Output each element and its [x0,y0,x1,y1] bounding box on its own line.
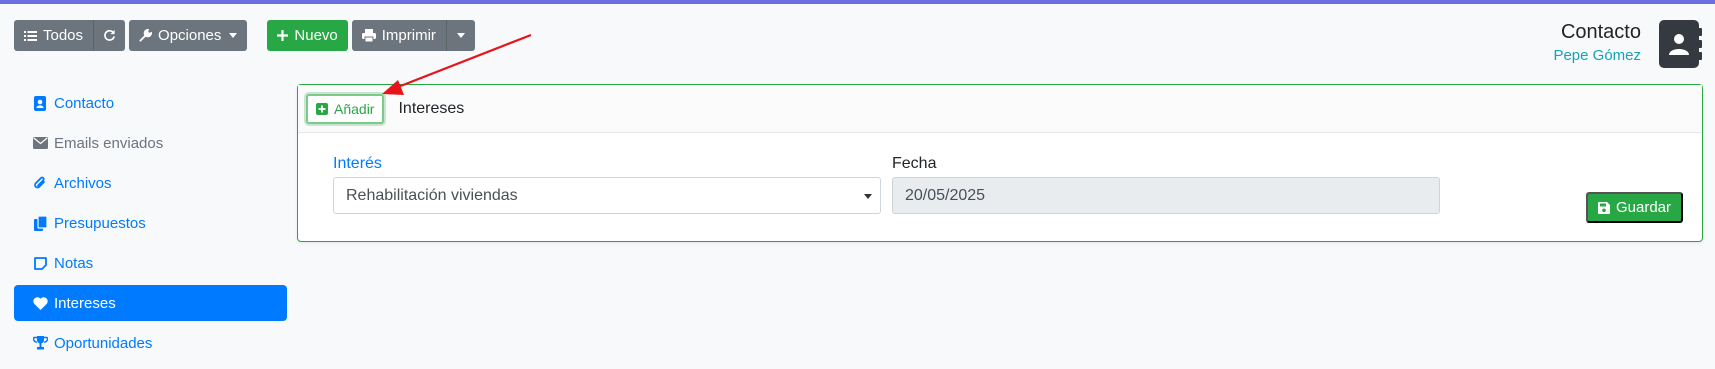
todos-button[interactable]: Todos [14,20,94,51]
chevron-down-icon [456,33,465,38]
imprimir-button[interactable]: Imprimir [351,20,446,51]
sticky-note-icon [32,256,48,270]
plus-icon [277,30,289,41]
contact-title: Contacto [1560,21,1641,43]
chevron-down-icon [229,33,238,38]
printer-icon [361,29,376,42]
interes-selected-value: Rehabilitación viviendas [346,186,518,204]
sidebar-item-archivos[interactable]: Archivos [14,165,287,201]
opciones-dropdown-button[interactable]: Opciones [129,20,248,51]
card-title: Intereses [398,99,465,117]
sidebar-item-label: Oportunidades [54,334,153,352]
interes-select[interactable]: Rehabilitación viviendas [333,177,881,214]
sidebar-item-oportunidades[interactable]: Oportunidades [14,325,287,361]
sidebar-item-label: Notas [54,254,94,272]
interes-label: Interés [333,155,382,172]
save-button[interactable]: Guardar [1585,192,1683,223]
heart-icon [32,296,48,310]
todos-button-group: Todos [14,20,126,51]
todos-label: Todos [43,27,84,44]
floppy-disk-icon [1597,201,1610,214]
imprimir-button-group: Imprimir [351,20,475,51]
imprimir-dropdown-toggle[interactable] [445,20,475,51]
sidebar-item-label: Emails enviados [54,134,164,152]
fecha-label: Fecha [892,155,937,172]
trophy-icon [32,336,48,350]
sidebar-item-emails-enviados[interactable]: Emails enviados [14,125,287,161]
sidebar-item-label: Archivos [54,174,112,192]
nuevo-button[interactable]: Nuevo [267,20,348,51]
sidebar-item-presupuestos[interactable]: Presupuestos [14,205,287,241]
refresh-button[interactable] [93,20,126,51]
sidebar-item-label: Contacto [54,94,115,112]
contact-header: Contacto Pepe Gómez [1553,20,1641,66]
toolbar: Todos Opciones Nuevo Imprimir [14,20,479,51]
envelope-icon [32,137,48,149]
card-header: Añadir Intereses [298,85,1702,133]
sidebar-item-notas[interactable]: Notas [14,245,287,281]
paperclip-icon [32,176,48,191]
add-button[interactable]: Añadir [306,93,385,124]
fecha-value: 20/05/2025 [905,186,986,204]
wrench-icon [139,29,153,42]
opciones-label: Opciones [158,27,222,44]
save-label: Guardar [1615,199,1671,216]
sidebar-item-intereses[interactable]: Intereses [14,285,287,321]
contact-name-link[interactable]: Pepe Gómez [1553,46,1641,66]
fecha-input[interactable]: 20/05/2025 [892,177,1440,214]
chevron-down-icon [864,194,872,199]
contact-card-icon [32,95,48,111]
sidebar-item-contacto[interactable]: Contacto [14,85,287,121]
intereses-card: Añadir Intereses Interés Rehabilitación … [297,84,1703,242]
imprimir-label: Imprimir [381,27,436,44]
sidebar-item-label: Presupuestos [54,214,146,232]
add-label: Añadir [334,100,375,117]
refresh-icon [103,29,116,42]
top-accent-strip [0,0,1715,4]
plus-square-icon [316,102,328,115]
address-book-icon [1659,20,1702,68]
sidebar-item-label: Intereses [54,294,116,312]
copy-icon [32,215,48,231]
sidebar-nav: Contacto Emails enviados Archivos Presup… [14,85,287,365]
list-icon [24,30,37,42]
nuevo-label: Nuevo [294,27,338,44]
